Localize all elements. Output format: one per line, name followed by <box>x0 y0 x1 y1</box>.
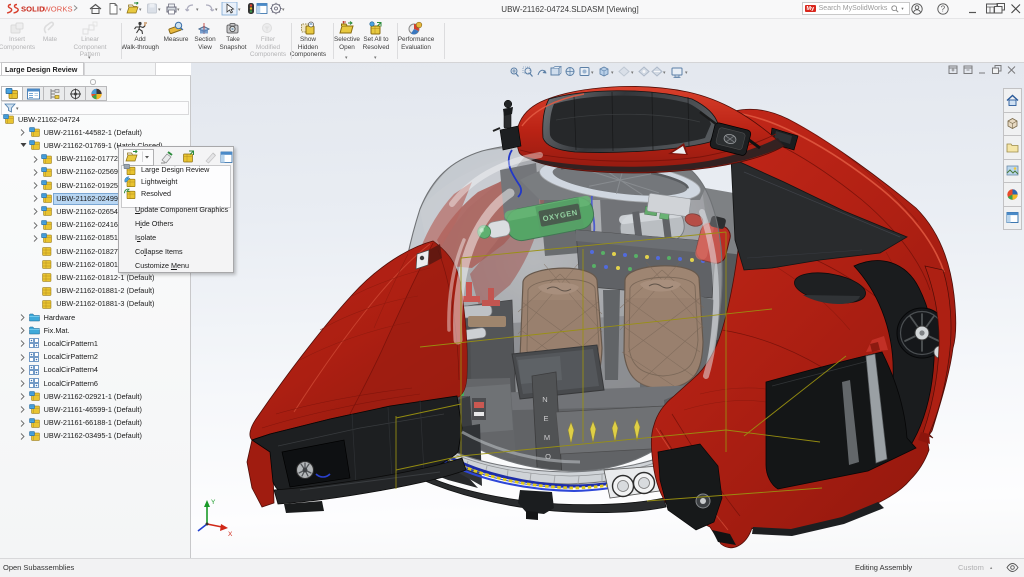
svg-text:▾: ▾ <box>158 7 161 13</box>
svg-text:▾: ▾ <box>611 70 614 76</box>
svg-text:▾: ▾ <box>238 7 241 13</box>
svg-text:▾: ▾ <box>139 7 142 13</box>
svg-text:▾: ▾ <box>196 7 199 13</box>
svg-text:▾: ▾ <box>282 7 285 13</box>
svg-text:▾: ▾ <box>685 70 688 76</box>
svg-text:▾: ▾ <box>663 70 666 76</box>
svg-text:▾: ▾ <box>215 7 218 13</box>
svg-text:WORKS: WORKS <box>44 5 73 14</box>
svg-text:▾: ▾ <box>119 7 122 13</box>
svg-text:▾: ▾ <box>16 106 19 112</box>
svg-text:X: X <box>228 531 233 538</box>
svg-text:SOLID: SOLID <box>21 5 45 14</box>
svg-text:Y: Y <box>211 499 216 506</box>
svg-text:▾: ▾ <box>631 70 634 76</box>
svg-text:▾: ▾ <box>177 7 180 13</box>
svg-text:▾: ▾ <box>591 70 594 76</box>
svg-text:?: ? <box>941 5 946 14</box>
